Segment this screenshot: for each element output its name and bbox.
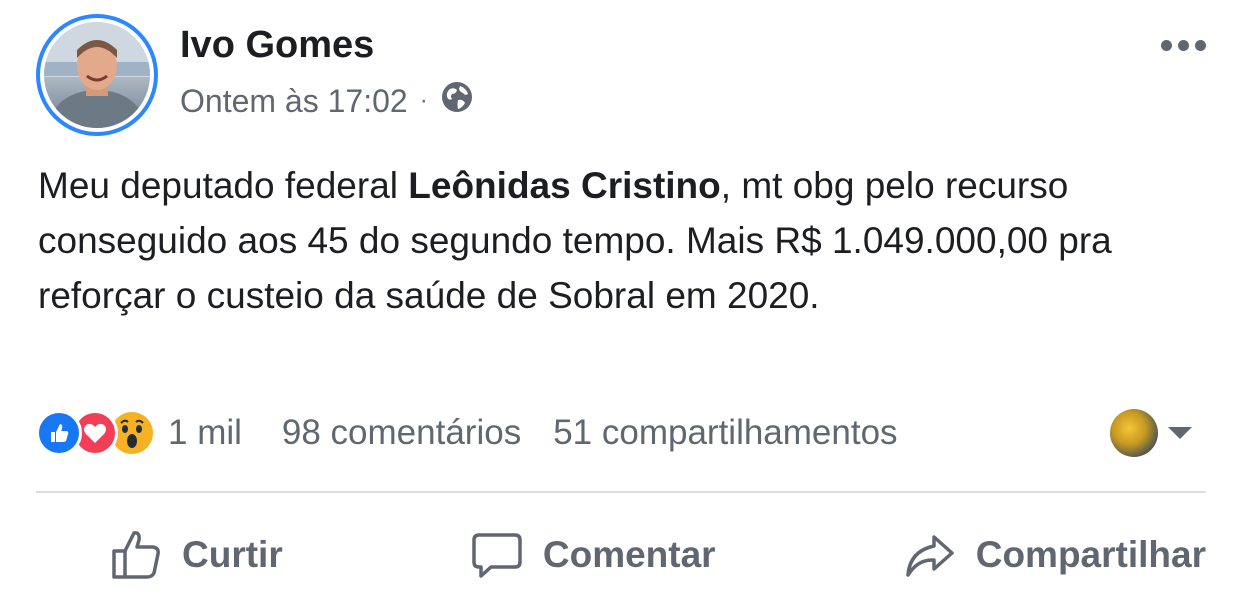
comments-count[interactable]: 98 comentários — [282, 413, 521, 453]
page-selector[interactable] — [1110, 409, 1206, 457]
reaction-count[interactable]: 1 mil — [168, 413, 242, 453]
shares-count[interactable]: 51 compartilhamentos — [553, 413, 897, 453]
reaction-icons[interactable] — [36, 409, 156, 457]
comment-bubble-icon — [472, 533, 522, 578]
like-reaction-icon — [36, 410, 82, 456]
profile-avatar-ring[interactable] — [36, 14, 158, 136]
share-arrow-icon — [905, 535, 954, 577]
caret-down-icon — [1168, 427, 1192, 439]
thumbs-up-icon — [112, 531, 160, 579]
post-text-part: Meu deputado federal — [38, 165, 409, 206]
avatar-photo — [44, 22, 150, 128]
share-button[interactable]: Compartilhar — [902, 527, 1206, 583]
post-timestamp[interactable]: Ontem às 17:02 — [180, 83, 408, 120]
like-label: Curtir — [182, 534, 283, 575]
share-label: Compartilhar — [975, 534, 1206, 575]
page-avatar — [1110, 409, 1158, 457]
reaction-stats-bar: 1 mil 98 comentários 51 compartilhamento… — [36, 405, 1206, 461]
avatar[interactable] — [44, 22, 150, 128]
more-options-icon[interactable] — [1161, 40, 1206, 51]
post-meta: Ontem às 17:02 · — [180, 80, 474, 122]
globe-icon — [440, 80, 474, 122]
comment-label: Comentar — [542, 534, 716, 575]
meta-separator: · — [419, 87, 428, 114]
tagged-name[interactable]: Leônidas Cristino — [408, 165, 720, 206]
post-actions: Curtir Comentar Compartilhar — [36, 515, 1206, 595]
like-button[interactable]: Curtir — [108, 527, 283, 583]
author-name[interactable]: Ivo Gomes — [180, 24, 374, 67]
comment-button[interactable]: Comentar — [469, 527, 716, 583]
post-text: Meu deputado federal Leônidas Cristino, … — [38, 158, 1208, 323]
divider — [36, 491, 1206, 493]
